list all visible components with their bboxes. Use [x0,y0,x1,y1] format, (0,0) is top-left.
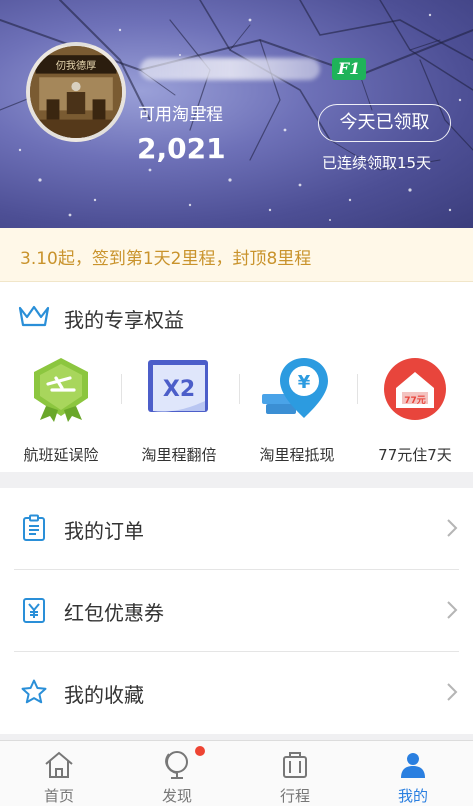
tab-label: 发现 [161,787,192,805]
profile-header: 仞我德厚 F1 可用淘里程 2,021 今天已领取 已连续领取15天 [0,0,473,228]
avatar-sign-text: 仞我德厚 [56,59,96,72]
avatar-photo: 仞我德厚 [30,46,122,138]
miles-value[interactable]: 2,021 [137,132,226,165]
daily-claim-button[interactable]: 今天已领取 [318,104,451,142]
hotel-tag-text: 77元 [404,395,426,406]
benefit-miles-cash[interactable]: ¥ 淘里程抵现 [238,354,356,472]
flight-delay-shield-icon [34,358,88,422]
tab-mine[interactable]: 我的 [354,741,472,806]
benefit-hotel-deal[interactable]: 77元 77元住7天 [356,354,473,472]
yuan-pin-icon: ¥ [262,358,328,418]
list-item-favorites[interactable]: 我的收藏 [0,652,473,733]
tab-trips[interactable]: 行程 [236,741,354,806]
list-item-label: 我的订单 [64,519,144,543]
yuan-text: ¥ [298,372,311,393]
benefit-label: 淘里程抵现 [259,446,335,464]
chevron-right-icon [447,519,458,537]
tab-home[interactable]: 首页 [0,741,118,806]
benefit-label: 淘里程翻倍 [141,446,217,464]
user-avatar[interactable]: 仞我德厚 [26,42,126,142]
x2-text: X2 [163,377,195,402]
hotel-house-icon: 77元 [384,358,446,420]
benefit-label: 航班延误险 [23,446,99,464]
tab-discover[interactable]: 发现 [118,741,236,806]
tab-label: 我的 [397,787,428,805]
x2-card-icon: X2 [148,360,208,412]
menu-list: 我的订单 红包优惠券 我的收藏 [0,488,473,734]
benefits-section: 我的专享权益 航班延误险 X2 淘里程翻倍 ¥ 淘里程抵现 77元 77元住7天 [0,282,473,472]
benefit-miles-double[interactable]: X2 淘里程翻倍 [120,354,238,472]
crown-icon [18,305,50,327]
benefits-title: 我的专享权益 [64,308,184,332]
bottom-tab-bar: 首页 发现 行程 我的 [0,740,473,806]
tab-label: 行程 [279,787,310,805]
chevron-right-icon [447,601,458,619]
chevron-right-icon [447,683,458,701]
globe-icon [165,751,188,779]
star-icon [21,679,47,704]
notification-dot [195,746,205,756]
user-icon [401,753,425,778]
list-item-label: 我的收藏 [64,683,144,707]
miles-label: 可用淘里程 [138,105,223,125]
list-item-label: 红包优惠券 [64,601,164,625]
list-item-coupons[interactable]: 红包优惠券 [0,570,473,651]
benefit-flight-delay[interactable]: 航班延误险 [2,354,120,472]
clipboard-icon [23,514,45,541]
benefit-label: 77元住7天 [378,446,452,464]
coupon-yuan-icon [23,598,45,623]
home-icon [45,751,73,778]
tab-label: 首页 [43,787,74,805]
list-item-orders[interactable]: 我的订单 [0,488,473,569]
claim-streak-text: 已连续领取15天 [322,154,432,172]
member-level-badge: F1 [332,58,366,80]
notice-text: 3.10起，签到第1天2里程，封顶8里程 [20,249,312,269]
luggage-icon [283,752,307,778]
username-blurred [140,58,320,80]
checkin-notice-bar[interactable]: 3.10起，签到第1天2里程，封顶8里程 [0,228,473,282]
